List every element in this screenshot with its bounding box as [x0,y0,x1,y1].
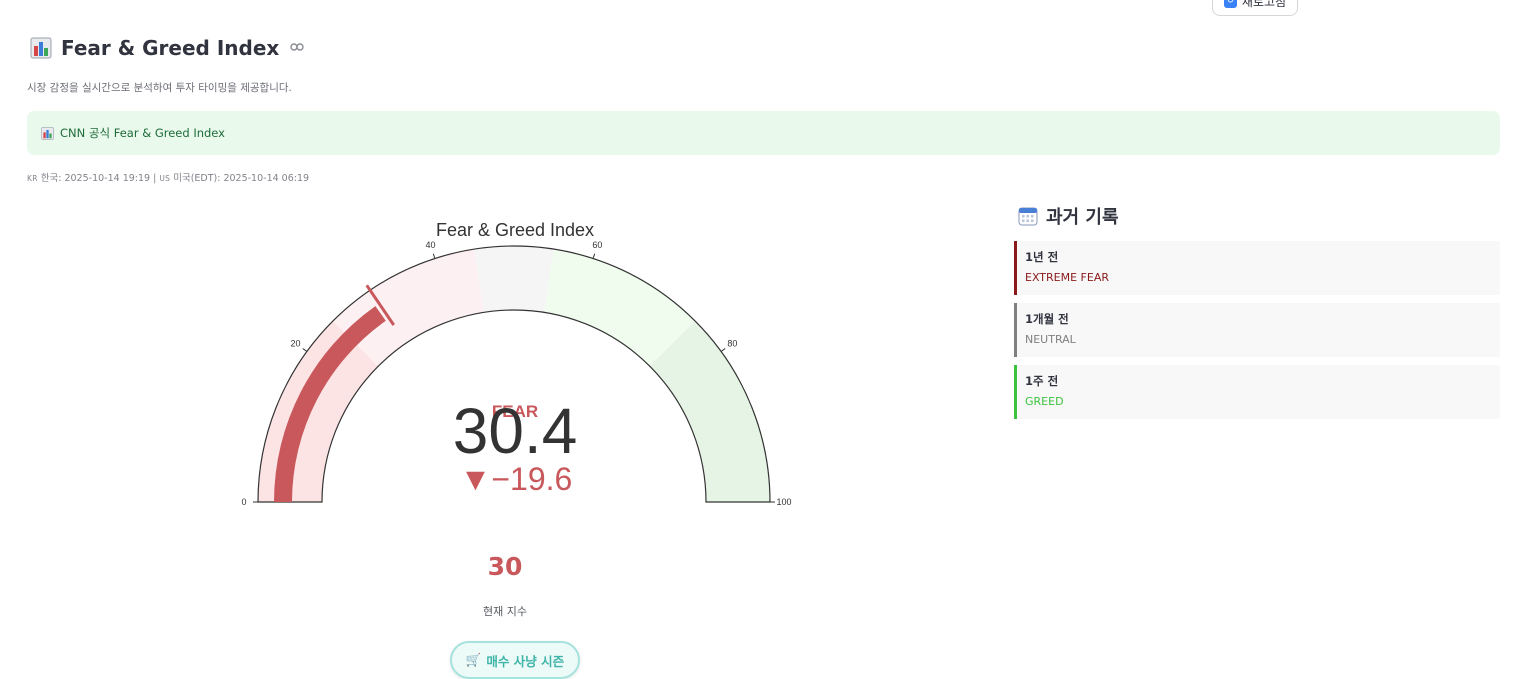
gauge-tick-mark [592,253,596,259]
refresh-icon: ↻ [1223,0,1237,8]
history-state: NEUTRAL [1025,333,1076,346]
history-period: 1개월 전 [1025,312,1069,326]
gauge-value: 30.4 [453,395,578,467]
page-subtitle: 시장 감정을 실시간으로 분석하여 투자 타이밍을 제공합니다. [27,82,292,94]
current-index-label: 현재 지수 [483,605,527,618]
season-label: 매수 사냥 시즌 [486,653,565,669]
link-icon[interactable] [290,41,304,56]
current-index-value: 30 [487,552,523,581]
bar-chart-emoji [41,126,54,140]
history-card-1m: 1개월 전 NEUTRAL [1014,303,1500,357]
page-header: Fear & Greed Index [30,36,304,60]
banner-text: CNN 공식 Fear & Greed Index [60,126,225,140]
link-icon-glyph [290,42,304,51]
kr-country-code: KR [27,174,38,183]
gauge-tick-mark [302,348,308,352]
shopping-cart-icon: 🛒 [465,652,482,667]
timestamp: KR 한국: 2025-10-14 19:19 | US 미국(EDT): 20… [27,170,309,184]
history-period: 1년 전 [1025,250,1059,264]
source-banner: CNN 공식 Fear & Greed Index [27,111,1500,155]
history-card-1w: 1주 전 GREED [1014,365,1500,419]
history-state: EXTREME FEAR [1025,271,1109,284]
us-time: 미국(EDT): 2025-10-14 06:19 [173,173,310,184]
bar-chart-emoji [30,37,52,59]
gauge-tick-label: 20 [291,338,301,348]
gauge-tick-label: 40 [426,240,436,250]
page-title: Fear & Greed Index [61,36,280,60]
gauge-tick-label: 100 [776,497,791,507]
gauge-tick-label: 80 [727,338,737,348]
refresh-label: 새로고침 [1241,0,1287,9]
gauge-tick-mark [720,348,726,352]
gauge-band-neutral [473,246,555,313]
us-country-code: US [159,174,171,183]
gauge-tick-mark [432,253,436,259]
calendar-icon [1018,207,1038,226]
gauge-delta: ▼−19.6 [460,461,573,497]
buy-season-button[interactable]: 🛒 매수 사냥 시즌 [450,641,580,679]
history-header: 과거 기록 [1018,203,1119,229]
kr-time: 한국: 2025-10-14 19:19 | [40,173,157,184]
history-period: 1주 전 [1025,374,1059,388]
history-card-1y: 1년 전 EXTREME FEAR [1014,241,1500,295]
refresh-button[interactable]: ↻ 새로고침 [1212,0,1298,16]
gauge-chart: Fear & Greed Index 02040 6080100 FEAR 30.… [241,220,791,507]
gauge-tick-label: 60 [592,240,602,250]
gauge-tick-label: 0 [241,497,246,507]
history-title: 과거 기록 [1046,207,1119,228]
history-state: GREED [1025,395,1064,408]
gauge-title: Fear & Greed Index [436,220,594,240]
